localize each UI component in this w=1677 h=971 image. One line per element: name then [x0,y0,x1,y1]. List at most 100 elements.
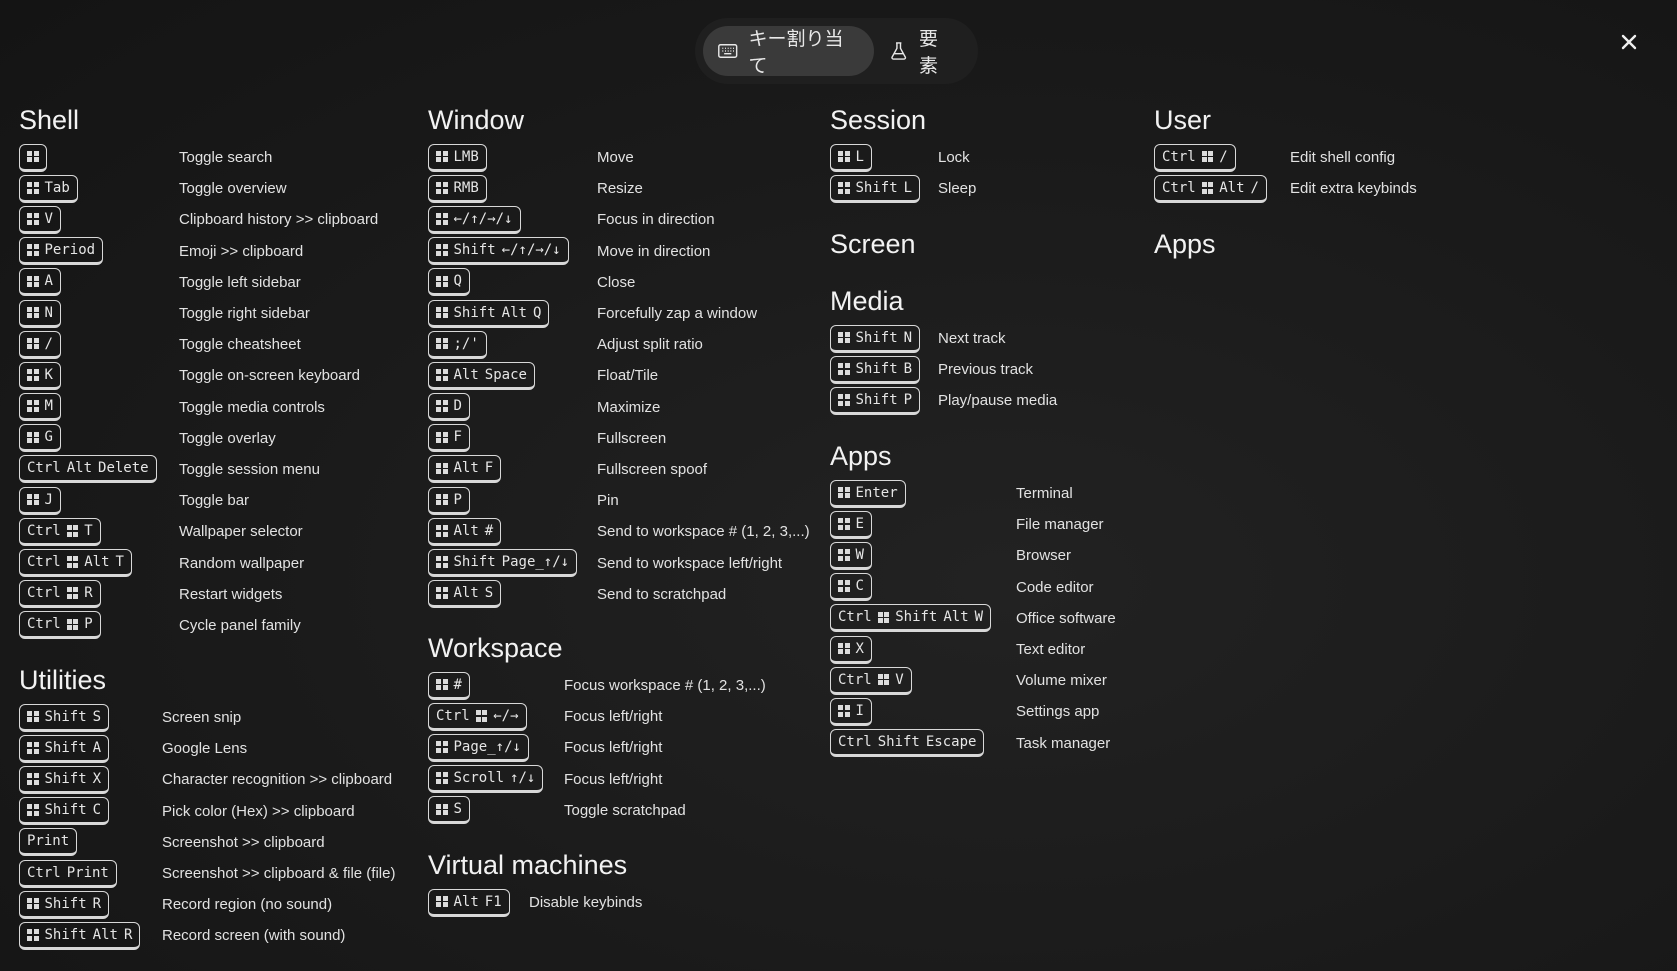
section-title: Apps [1154,229,1216,259]
shortcut-row: D Maximize [428,392,660,423]
super-key-icon [436,772,448,784]
shortcut-row: Shift S Screen snip [19,702,241,733]
key-combo: Ctrl / [1154,143,1236,172]
key-label: Print [66,864,109,881]
section-workspace: Workspace # Focus workspace # (1, 2, 3,..… [428,630,766,826]
super-key-icon [27,369,39,381]
key-label: Page_↑/↓ [453,738,521,755]
super-key-icon [27,742,39,754]
key-label: Ctrl [27,554,61,571]
shortcut-row: Alt S Send to scratchpad [428,579,726,610]
key-label: Shift [44,802,87,819]
key-label: Shift [453,304,496,321]
shortcut-row: / Toggle cheatsheet [19,329,301,360]
shortcut-row: ←/↑/→/↓ Focus in direction [428,204,715,235]
super-key-icon [436,275,448,288]
super-key-icon [27,275,39,288]
tab-elements-label: 要素 [919,28,939,77]
super-key-icon [838,580,850,592]
shortcut-row: Shift X Character recognition >> clipboard [19,764,392,795]
shortcut-row: # Focus workspace # (1, 2, 3,...) [428,670,766,701]
close-button[interactable] [1615,28,1643,56]
super-key-icon [27,337,39,350]
shortcut-description: Next track [938,330,1006,348]
key-label: R [84,585,93,602]
shortcut-description: Volume mixer [1016,672,1107,690]
shortcut-list: Shift N Next track Shift B Previous track Shif… [830,323,1057,417]
shortcut-description: Sleep [938,180,977,198]
shortcut-row: Shift Page_↑/↓ Send to workspace left/righ… [428,547,782,578]
key-label: W [855,546,864,563]
super-key-icon [27,773,39,785]
key-label: Ctrl [838,734,872,751]
tab-keybinds[interactable]: キー割り当て [703,26,874,77]
shortcut-description: Focus left/right [564,770,663,788]
key-label: T [115,554,124,571]
shortcut-description: Toggle scratchpad [564,801,686,819]
shortcut-row: Enter Terminal [830,478,1073,509]
close-icon [1621,34,1637,50]
key-label: Alt [453,893,479,910]
super-key-icon [436,182,448,194]
key-label: A [92,739,102,756]
tab-keybinds-label: キー割り当て [748,28,844,77]
shortcut-description: Resize [597,180,643,198]
key-label: Print [27,833,70,850]
shortcut-row: G Toggle overlay [19,423,276,454]
shortcut-description: Toggle on-screen keyboard [179,367,360,385]
key-combo: C [830,573,872,602]
key-label: ←/↑/→/↓ [453,210,513,227]
key-combo: Ctrl R [19,580,101,609]
tab-elements[interactable]: 要素 [874,26,970,77]
shortcut-description: Pin [597,492,619,510]
key-combo: / [19,330,61,359]
key-combo: J [19,486,61,515]
key-label: LMB [453,148,479,165]
key-label: Shift [877,734,920,751]
shortcut-description: Screenshot >> clipboard [162,833,325,851]
key-combo: Page_↑/↓ [428,733,529,762]
super-key-icon [27,710,39,723]
key-combo: K [19,361,61,390]
shortcut-row: Ctrl Shift Escape Task manager [830,728,1110,759]
shortcut-row: Scroll ↑/↓ Focus left/right [428,764,662,795]
shortcut-list: Enter Terminal E File manager W Browser C Code … [830,478,1116,759]
shortcut-row: N Toggle right sidebar [19,298,310,329]
super-key-icon [838,182,850,194]
super-key-icon [27,804,39,816]
shortcut-row: Shift P Play/pause media [830,385,1057,416]
key-label: Alt [453,460,479,477]
key-label: Alt [501,304,527,321]
key-combo: Tab [19,174,78,203]
key-label: E [855,515,864,532]
key-combo: Q [428,268,470,297]
key-combo: Scroll ↑/↓ [428,765,544,794]
shortcut-description: File manager [1016,516,1104,534]
key-label: Ctrl [27,460,61,477]
key-combo: Alt F [428,455,502,484]
shortcut-description: Random wallpaper [179,554,305,572]
shortcut-list: LMB Move RMB Resize ←/↑/→/↓ Focus in directio… [428,142,810,610]
super-key-icon [1201,150,1214,163]
super-key-icon [436,369,448,381]
key-label: Ctrl [838,671,872,688]
key-label: Shift [855,360,898,377]
key-combo: Period [19,237,104,266]
key-label: # [453,676,462,693]
super-key-icon [436,306,448,319]
shortcut-description: Send to scratchpad [597,585,727,603]
super-key-icon [27,929,39,941]
key-combo: Alt S [428,580,502,609]
key-label: X [855,640,864,657]
super-key-icon [475,710,488,722]
key-label: ↑/↓ [510,770,536,787]
key-label: Space [484,366,527,383]
shortcut-description: Toggle cheatsheet [179,336,301,354]
key-label: X [92,770,102,787]
section-media: Media Shift N Next track Shift B Previous tra… [830,283,1057,417]
shortcut-row: Shift ←/↑/→/↓ Move in direction [428,236,710,267]
key-label: S [484,585,494,602]
key-combo: ←/↑/→/↓ [428,205,521,234]
super-key-icon [66,525,79,537]
shortcut-list: Alt F1 Disable keybinds [428,887,642,918]
